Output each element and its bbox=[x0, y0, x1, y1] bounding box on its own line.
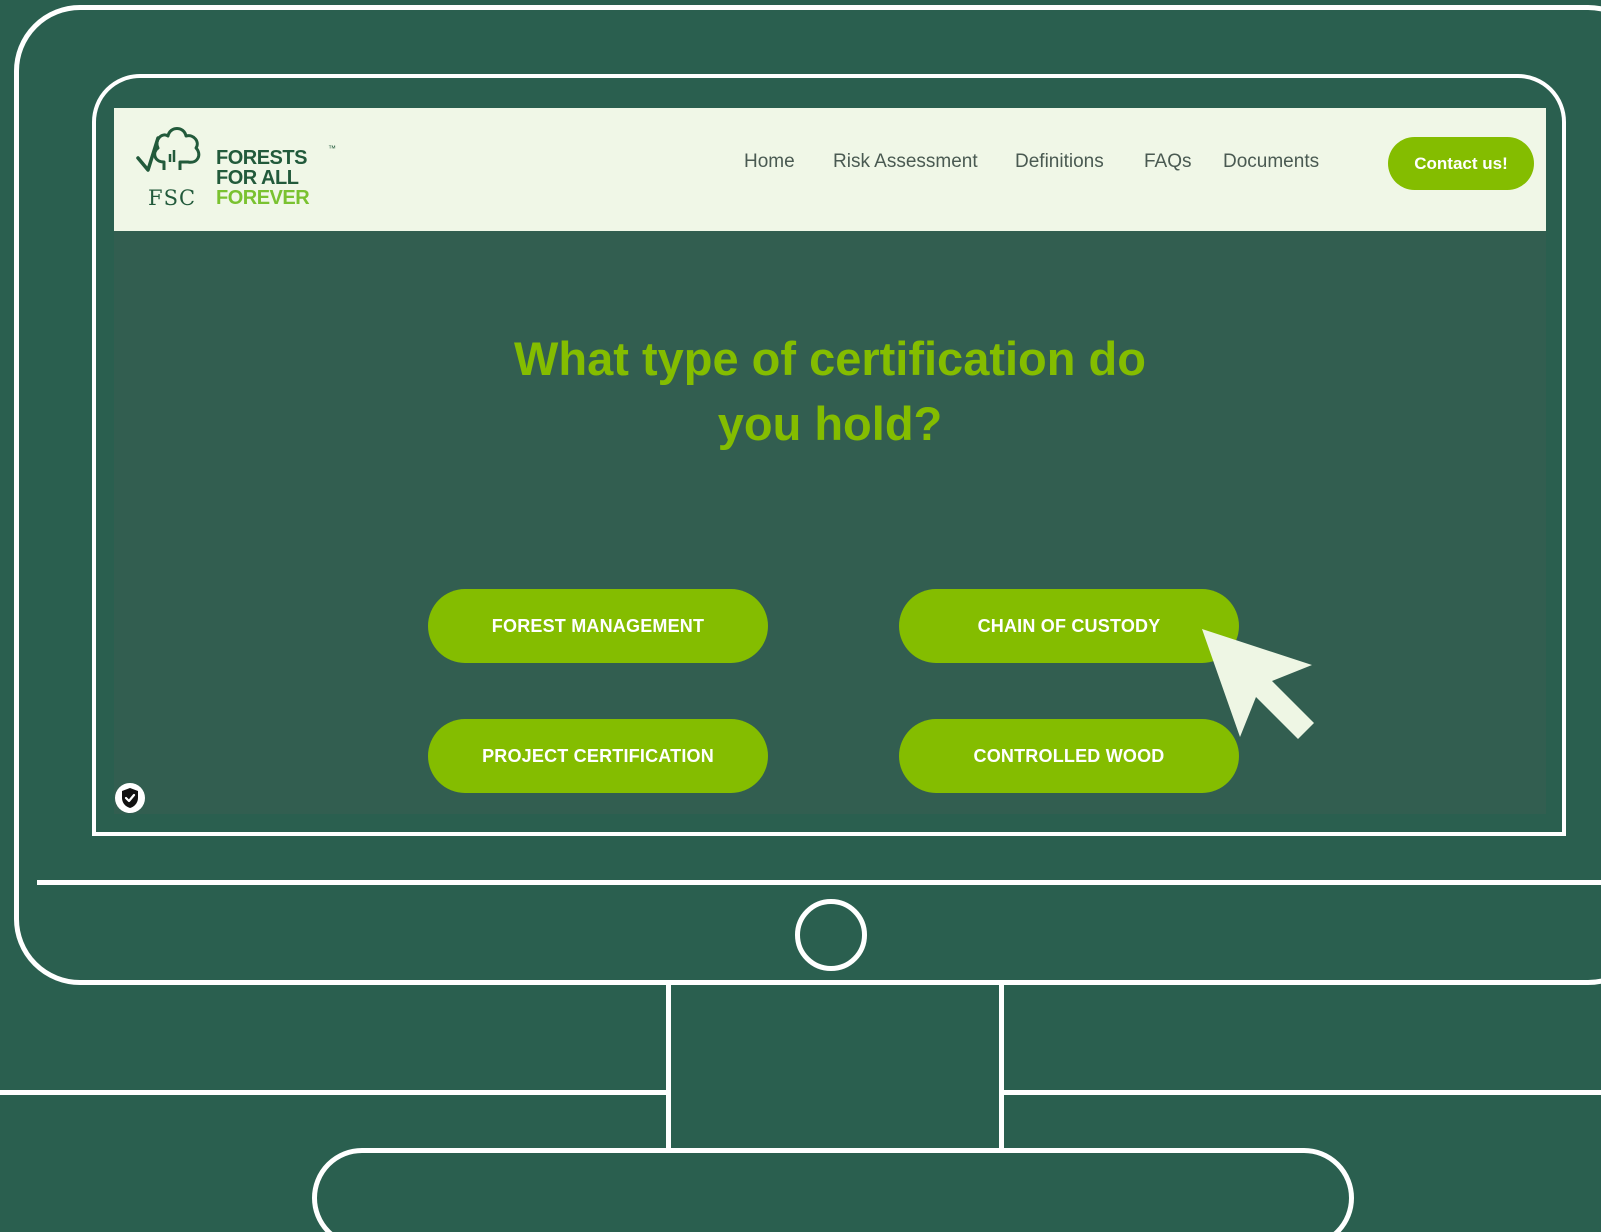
nav-definitions[interactable]: Definitions bbox=[1015, 151, 1104, 173]
nav-risk-assessment[interactable]: Risk Assessment bbox=[833, 151, 978, 173]
forest-management-button[interactable]: FOREST MANAGEMENT bbox=[428, 589, 768, 663]
monitor-bezel-divider bbox=[37, 880, 1601, 885]
mouse-cursor-icon bbox=[1202, 629, 1314, 739]
desk-line-right bbox=[1003, 1090, 1601, 1095]
monitor-illustration: FSC FORESTS FOR ALL FOREVER ™ Home Risk … bbox=[0, 0, 1601, 1232]
power-button bbox=[795, 899, 867, 971]
monitor-stand-base bbox=[312, 1148, 1354, 1232]
shield-check-icon bbox=[122, 788, 138, 808]
nav-documents[interactable]: Documents bbox=[1223, 151, 1319, 173]
nav-faqs[interactable]: FAQs bbox=[1144, 151, 1192, 173]
site-header: FSC FORESTS FOR ALL FOREVER ™ Home Risk … bbox=[114, 108, 1546, 231]
desk-line-left bbox=[0, 1090, 668, 1095]
monitor-stand-neck bbox=[666, 985, 1004, 1148]
page-heading: What type of certification do you hold? bbox=[364, 326, 1296, 456]
heading-line-1: What type of certification do bbox=[514, 332, 1146, 385]
heading-line-2: you hold? bbox=[717, 397, 943, 450]
nav-home[interactable]: Home bbox=[744, 151, 795, 173]
project-certification-button[interactable]: PROJECT CERTIFICATION bbox=[428, 719, 768, 793]
main-nav: Home Risk Assessment Definitions FAQs Do… bbox=[114, 108, 1546, 231]
website-screen: FSC FORESTS FOR ALL FOREVER ™ Home Risk … bbox=[114, 108, 1546, 814]
contact-us-button[interactable]: Contact us! bbox=[1388, 137, 1534, 190]
controlled-wood-button[interactable]: CONTROLLED WOOD bbox=[899, 719, 1239, 793]
chain-of-custody-button[interactable]: CHAIN OF CUSTODY bbox=[899, 589, 1239, 663]
privacy-badge[interactable] bbox=[115, 783, 145, 813]
